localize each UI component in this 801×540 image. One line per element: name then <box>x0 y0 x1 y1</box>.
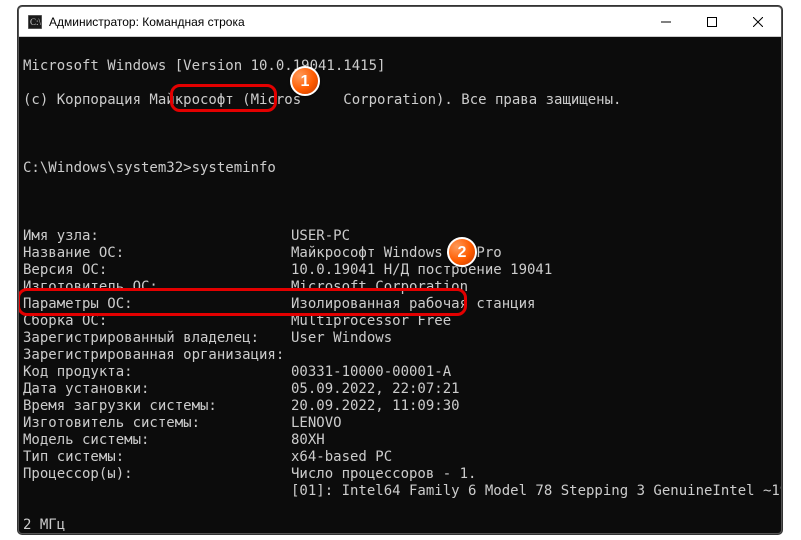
info-value: 20.09.2022, 11:09:30 <box>291 398 460 414</box>
prompt-command: systeminfo <box>192 160 276 176</box>
info-row: Зарегистрированная организация: <box>23 347 777 364</box>
info-row: Зарегистрированный владелец:User Windows <box>23 330 777 347</box>
cmd-icon: C:\ <box>27 14 43 30</box>
info-label: Тип системы: <box>23 449 291 466</box>
info-row: Модель системы:80XH <box>23 432 777 449</box>
info-label: Версия ОС: <box>23 262 291 279</box>
info-value: 00331-10000-00001-A <box>291 364 451 380</box>
window-title: Администратор: Командная строка <box>49 15 643 29</box>
info-row: Изготовитель ОС:Microsoft Corporation <box>23 279 777 296</box>
info-label: Зарегистрированный владелец: <box>23 330 291 347</box>
info-row: Параметры ОС:Изолированная рабочая станц… <box>23 296 777 313</box>
info-label: Сборка ОС: <box>23 313 291 330</box>
info-value: Microsoft Corporation <box>291 279 468 295</box>
info-row: Название ОС:Майкрософт Windows 10 Pro <box>23 245 777 262</box>
close-button[interactable] <box>735 7 781 37</box>
svg-text:C:\: C:\ <box>30 17 42 27</box>
info-row: Версия ОС:10.0.19041 Н/Д построение 1904… <box>23 262 777 279</box>
console-body[interactable]: Microsoft Windows [Version 10.0.19041.14… <box>19 37 781 533</box>
info-value: Число процессоров - 1. <box>291 466 476 482</box>
info-row: [01]: Intel64 Family 6 Model 78 Stepping… <box>23 483 777 500</box>
cmd-window: C:\ Администратор: Командная строка Micr… <box>18 6 782 534</box>
info-row: Имя узла:USER-PC <box>23 228 777 245</box>
info-label: Название ОС: <box>23 245 291 262</box>
blank-line <box>23 126 777 143</box>
info-row: Дата установки:05.09.2022, 22:07:21 <box>23 381 777 398</box>
info-row: Сборка ОС:Multiprocessor Free <box>23 313 777 330</box>
prompt-line: C:\Windows\system32>systeminfo <box>23 160 777 177</box>
info-label: Код продукта: <box>23 364 291 381</box>
info-label: Время загрузки системы: <box>23 398 291 415</box>
info-label: Изготовитель системы: <box>23 415 291 432</box>
info-value: User Windows <box>291 330 392 346</box>
titlebar[interactable]: C:\ Администратор: Командная строка <box>19 7 781 37</box>
header-line: Microsoft Windows [Version 10.0.19041.14… <box>23 58 777 75</box>
info-label: Зарегистрированная организация: <box>23 347 291 364</box>
info-value: x64-based PC <box>291 449 392 465</box>
blank-line <box>23 194 777 211</box>
info-label: Модель системы: <box>23 432 291 449</box>
info-value: USER-PC <box>291 228 350 244</box>
info-label: Процессор(ы): <box>23 466 291 483</box>
info-value: [01]: Intel64 Family 6 Model 78 Stepping… <box>291 483 781 499</box>
info-value: LENOVO <box>291 415 342 431</box>
info-value: 10.0.19041 Н/Д построение 19041 <box>291 262 552 278</box>
header-line: (c) Корпорация Майкрософт (Micros Corpor… <box>23 92 777 109</box>
info-row: Процессор(ы):Число процессоров - 1. <box>23 466 777 483</box>
info-label: Изготовитель ОС: <box>23 279 291 296</box>
info-value: Майкрософт Windows 10 Pro <box>291 245 502 261</box>
extra-line: 2 МГц <box>23 517 777 533</box>
info-value: Изолированная рабочая станция <box>291 296 535 312</box>
info-value: Multiprocessor Free <box>291 313 451 329</box>
info-row: Изготовитель системы:LENOVO <box>23 415 777 432</box>
info-label: Параметры ОС: <box>23 296 291 313</box>
info-row: Код продукта:00331-10000-00001-A <box>23 364 777 381</box>
info-row: Тип системы:x64-based PC <box>23 449 777 466</box>
info-value: 05.09.2022, 22:07:21 <box>291 381 460 397</box>
info-value: 80XH <box>291 432 325 448</box>
prompt-path: C:\Windows\system32> <box>23 160 192 176</box>
info-label: Имя узла: <box>23 228 291 245</box>
maximize-button[interactable] <box>689 7 735 37</box>
info-label: Дата установки: <box>23 381 291 398</box>
minimize-button[interactable] <box>643 7 689 37</box>
info-row: Время загрузки системы:20.09.2022, 11:09… <box>23 398 777 415</box>
